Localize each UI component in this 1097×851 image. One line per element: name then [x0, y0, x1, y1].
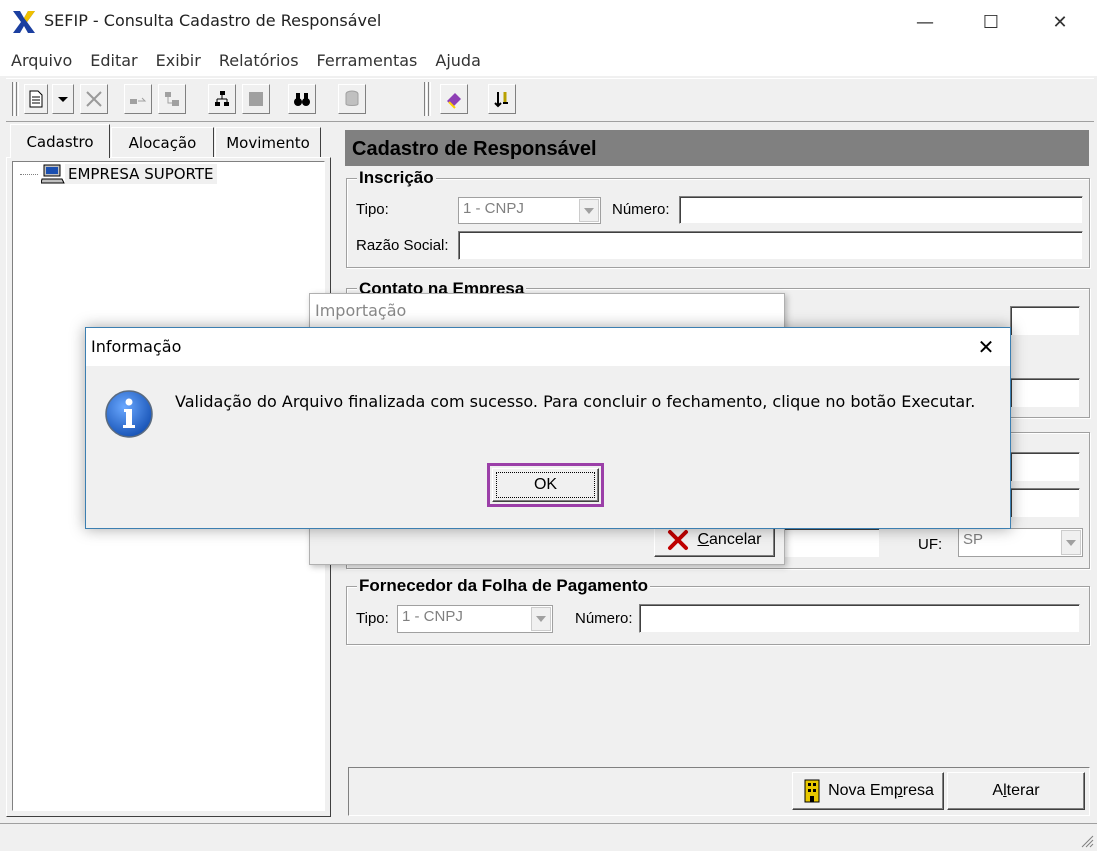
cancelar-label: Cancelar — [697, 530, 762, 548]
numero-label: Número: — [612, 201, 670, 218]
sort-button[interactable] — [488, 84, 516, 114]
stop-icon — [249, 92, 263, 106]
alterar-label: Alterar — [992, 782, 1040, 799]
close-dialog-button[interactable]: ✕ — [970, 332, 1002, 362]
building-icon — [804, 779, 820, 803]
ok-button[interactable]: OK — [492, 468, 599, 502]
fornecedor-tipo-combo[interactable]: 1 - CNPJ — [397, 605, 553, 633]
fornecedor-numero-input[interactable] — [639, 604, 1080, 633]
hierarchy-button[interactable] — [208, 84, 236, 114]
new-document-icon — [29, 90, 43, 108]
contato-field[interactable] — [1010, 306, 1080, 336]
tree-connector — [20, 173, 38, 175]
minimize-button[interactable]: — — [902, 0, 948, 44]
chevron-down-icon[interactable] — [579, 199, 599, 222]
tab-cadastro[interactable]: Cadastro — [10, 124, 110, 158]
numero-input[interactable] — [679, 196, 1083, 224]
contato-field[interactable] — [1010, 378, 1080, 408]
delete-x-icon — [86, 91, 102, 107]
menu-relatorios[interactable]: Relatórios — [210, 51, 308, 70]
endereco-field[interactable] — [1010, 488, 1080, 518]
sefip-logo-icon — [13, 11, 35, 33]
toolbar-grip — [12, 82, 15, 116]
info-icon — [105, 390, 153, 438]
transfer-button[interactable] — [124, 84, 152, 114]
sort-icon — [494, 92, 508, 108]
razao-social-input[interactable] — [458, 231, 1083, 260]
red-x-icon — [668, 529, 689, 550]
importacao-title: Importação — [315, 301, 407, 320]
razao-social-label: Razão Social: — [356, 237, 449, 254]
toolbar-grip — [424, 82, 427, 116]
database-button[interactable] — [338, 84, 366, 114]
binoculars-icon — [294, 93, 310, 106]
transfer-icon — [130, 97, 147, 104]
new-document-button[interactable] — [24, 84, 48, 114]
help-book-button[interactable] — [440, 84, 468, 114]
informacao-titlebar — [86, 328, 1010, 366]
new-document-dropdown[interactable] — [52, 84, 74, 114]
menu-arquivo[interactable]: Arquivo — [2, 51, 81, 70]
group-inscricao-title: Inscrição — [357, 168, 436, 188]
tree-item-label: EMPRESA SUPORTE — [65, 164, 217, 184]
database-icon — [345, 90, 359, 106]
fornecedor-numero-label: Número: — [575, 610, 633, 627]
fornecedor-tipo-label: Tipo: — [356, 610, 389, 627]
endereco-field[interactable] — [780, 528, 880, 558]
tab-movimento[interactable]: Movimento — [215, 127, 321, 157]
menu-ferramentas[interactable]: Ferramentas — [308, 51, 427, 70]
uf-combo[interactable]: SP — [958, 528, 1083, 557]
tipo-label: Tipo: — [356, 201, 389, 218]
book-icon — [447, 93, 461, 109]
group-fornecedor-title: Fornecedor da Folha de Pagamento — [357, 576, 651, 596]
maximize-button[interactable]: ☐ — [968, 0, 1014, 44]
uf-combo-value: SP — [963, 531, 984, 548]
toolbar-grip — [16, 82, 19, 116]
dropdown-arrow-icon — [58, 97, 68, 102]
tree-item-empresa[interactable]: EMPRESA SUPORTE — [20, 164, 217, 184]
uf-label: UF: — [918, 536, 943, 553]
search-button[interactable] — [288, 84, 316, 114]
hierarchy-icon — [215, 91, 229, 106]
menu-editar[interactable]: Editar — [81, 51, 146, 70]
alterar-button[interactable]: Alterar — [947, 772, 1085, 810]
menu-exibir[interactable]: Exibir — [147, 51, 210, 70]
stop-button[interactable] — [242, 84, 270, 114]
window-title: SEFIP - Consulta Cadastro de Responsável — [44, 11, 382, 30]
chevron-down-icon[interactable] — [531, 607, 551, 631]
tipo-combo-value: 1 - CNPJ — [463, 200, 524, 217]
informacao-message: Validação do Arquivo finalizada com suce… — [175, 392, 976, 411]
menu-bar: Arquivo Editar Exibir Relatórios Ferrame… — [0, 44, 1097, 76]
endereco-field[interactable] — [1010, 452, 1080, 482]
menu-ajuda[interactable]: Ajuda — [426, 51, 490, 70]
tab-alocacao[interactable]: Alocação — [111, 127, 214, 157]
fornecedor-tipo-value: 1 - CNPJ — [402, 608, 463, 625]
nova-empresa-button[interactable]: Nova Empresa — [792, 772, 944, 810]
computer-icon — [41, 164, 65, 184]
layout-icon — [165, 92, 179, 106]
nova-empresa-label: Nova Empresa — [828, 782, 934, 799]
chevron-down-icon[interactable] — [1061, 530, 1081, 555]
tipo-combo[interactable]: 1 - CNPJ — [458, 197, 601, 224]
status-bar — [0, 823, 1097, 851]
resize-grip-icon[interactable] — [1078, 832, 1094, 848]
informacao-title: Informação — [91, 337, 182, 356]
toolbar-grip — [428, 82, 431, 116]
delete-button[interactable] — [80, 84, 108, 114]
close-window-button[interactable]: ✕ — [1037, 0, 1083, 44]
panel-title: Cadastro de Responsável — [352, 138, 597, 160]
layout-button[interactable] — [158, 84, 186, 114]
